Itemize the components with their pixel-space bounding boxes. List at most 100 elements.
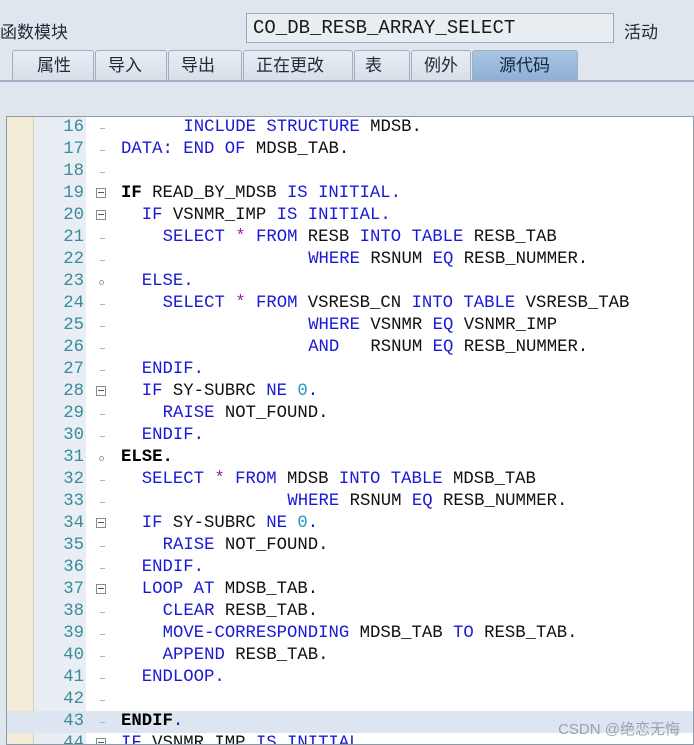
code-text: RAISE NOT_FOUND. bbox=[163, 535, 329, 557]
code-keyword: RAISE bbox=[162, 404, 215, 423]
fold-guide bbox=[100, 700, 105, 701]
code-line[interactable]: 25 WHERE VSNMR EQ VSNMR_IMP bbox=[7, 315, 693, 337]
code-keyword: AT bbox=[193, 580, 215, 599]
tab-label: 例外 bbox=[424, 56, 458, 75]
line-number: 36 bbox=[63, 558, 84, 577]
code-line[interactable]: 22 WHERE RSNUM EQ RESB_NUMMER. bbox=[7, 249, 693, 271]
code-keyword: IS bbox=[276, 206, 298, 225]
code-keyword: INTO bbox=[359, 228, 402, 247]
tab-label: 正在更改 bbox=[256, 56, 324, 75]
tab-label: 源代码 bbox=[499, 56, 550, 75]
code-line[interactable]: 21 SELECT * FROM RESB INTO TABLE RESB_TAB bbox=[7, 227, 693, 249]
code-line[interactable]: 17 DATA: END OF MDSB_TAB. bbox=[7, 139, 693, 161]
code-identifier: NOT_FOUND. bbox=[214, 404, 329, 423]
code-number: 0 bbox=[297, 382, 308, 401]
code-text: RAISE NOT_FOUND. bbox=[163, 403, 329, 425]
tab-source-code[interactable]: 源代码 bbox=[472, 50, 578, 80]
code-line[interactable]: 32 SELECT * FROM MDSB INTO TABLE MDSB_TAB bbox=[7, 469, 693, 491]
code-keyword: FROM bbox=[255, 294, 298, 313]
line-number: 20 bbox=[63, 206, 84, 225]
code-line[interactable]: 29 RAISE NOT_FOUND. bbox=[7, 403, 693, 425]
tab-tables[interactable]: 表 bbox=[354, 50, 410, 80]
line-number: 21 bbox=[63, 228, 84, 247]
line-number: 30 bbox=[63, 426, 84, 445]
fold-guide bbox=[100, 678, 105, 679]
code-line[interactable]: 34 IF SY-SUBRC NE 0. bbox=[7, 513, 693, 535]
code-line[interactable]: 20 IF VSNMR_IMP IS INITIAL. bbox=[7, 205, 693, 227]
code-keyword: AND bbox=[308, 338, 340, 357]
line-number: 23 bbox=[63, 272, 84, 291]
code-line[interactable]: 28 IF SY-SUBRC NE 0. bbox=[7, 381, 693, 403]
code-keyword: STRUCTURE bbox=[266, 118, 360, 137]
code-identifier: MDSB_TAB bbox=[349, 624, 453, 643]
fold-guide bbox=[100, 568, 105, 569]
fold-guide bbox=[100, 304, 105, 305]
code-line[interactable]: 19 IF READ_BY_MDSB IS INITIAL. bbox=[7, 183, 693, 205]
code-line[interactable]: 30 ENDIF. bbox=[7, 425, 693, 447]
tab-import[interactable]: 导入 bbox=[95, 50, 167, 80]
code-line[interactable]: 18 bbox=[7, 161, 693, 183]
code-identifier bbox=[308, 184, 318, 203]
code-text: WHERE RSNUM EQ RESB_NUMMER. bbox=[287, 491, 567, 513]
code-line[interactable]: 42 bbox=[7, 689, 693, 711]
line-number: 22 bbox=[63, 250, 84, 269]
line-number: 26 bbox=[63, 338, 84, 357]
code-line[interactable]: 40 APPEND RESB_TAB. bbox=[7, 645, 693, 667]
code-line[interactable]: 33 WHERE RSNUM EQ RESB_NUMMER. bbox=[7, 491, 693, 513]
fold-toggle-icon[interactable] bbox=[96, 188, 106, 198]
source-code-editor[interactable]: 16 INCLUDE STRUCTURE MDSB. 17 DATA: END OF … bbox=[6, 116, 694, 745]
fold-branch-icon bbox=[99, 456, 104, 461]
code-number: 0 bbox=[297, 514, 308, 533]
code-line[interactable]: 27 ENDIF. bbox=[7, 359, 693, 381]
code-keyword: FROM bbox=[255, 228, 298, 247]
code-keyword: TO bbox=[452, 624, 474, 643]
tab-changing[interactable]: 正在更改 bbox=[243, 50, 353, 80]
fold-toggle-icon[interactable] bbox=[96, 738, 106, 744]
code-identifier: VSNMR_IMP bbox=[453, 316, 558, 335]
tab-exceptions[interactable]: 例外 bbox=[411, 50, 471, 80]
code-keyword: . bbox=[172, 712, 184, 731]
code-keyword: FROM bbox=[235, 470, 277, 489]
line-number: 31 bbox=[63, 448, 84, 467]
code-keyword: INTO bbox=[411, 294, 453, 313]
line-number: 32 bbox=[63, 470, 84, 489]
code-line[interactable]: 38 CLEAR RESB_TAB. bbox=[7, 601, 693, 623]
function-module-name-field[interactable]: CO_DB_RESB_ARRAY_SELECT bbox=[246, 13, 614, 43]
code-line[interactable]: 16 INCLUDE STRUCTURE MDSB. bbox=[7, 117, 693, 139]
tab-attributes[interactable]: 属性 bbox=[12, 50, 94, 80]
code-identifier bbox=[277, 734, 287, 744]
code-line[interactable]: 37 LOOP AT MDSB_TAB. bbox=[7, 579, 693, 601]
code-identifier bbox=[246, 228, 256, 247]
code-line[interactable]: 23 ELSE. bbox=[7, 271, 693, 293]
code-text: INCLUDE STRUCTURE MDSB. bbox=[183, 117, 422, 139]
code-line[interactable]: 41 ENDLOOP. bbox=[7, 667, 693, 689]
code-line[interactable]: 31 ELSE. bbox=[7, 447, 693, 469]
code-line[interactable]: 24 SELECT * FROM VSRESB_CN INTO TABLE VSR… bbox=[7, 293, 693, 315]
fold-guide bbox=[100, 634, 105, 635]
code-keyword: RAISE bbox=[162, 536, 215, 555]
code-text: AND RSNUM EQ RESB_NUMMER. bbox=[308, 337, 588, 359]
code-identifier bbox=[173, 140, 183, 159]
code-text: ELSE. bbox=[121, 447, 173, 469]
tab-label: 表 bbox=[365, 56, 382, 75]
fold-toggle-icon[interactable] bbox=[96, 518, 106, 528]
code-text: MOVE-CORRESPONDING MDSB_TAB TO RESB_TAB. bbox=[163, 623, 578, 645]
code-line[interactable]: 26 AND RSNUM EQ RESB_NUMMER. bbox=[7, 337, 693, 359]
code-line[interactable]: 36 ENDIF. bbox=[7, 557, 693, 579]
code-identifier: VSRESB_TAB bbox=[515, 294, 630, 313]
fold-guide bbox=[100, 238, 105, 239]
tab-baseline bbox=[0, 80, 694, 82]
code-identifier bbox=[214, 140, 224, 159]
code-keyword: EQ bbox=[432, 250, 454, 269]
fold-toggle-icon[interactable] bbox=[96, 386, 106, 396]
tab-export[interactable]: 导出 bbox=[168, 50, 242, 80]
code-line[interactable]: 35 RAISE NOT_FOUND. bbox=[7, 535, 693, 557]
code-identifier: RESB_NUMMER. bbox=[453, 338, 589, 357]
fold-toggle-icon[interactable] bbox=[96, 210, 106, 220]
code-keyword: CLEAR bbox=[162, 602, 215, 621]
fold-toggle-icon[interactable] bbox=[96, 584, 106, 594]
function-module-label: 函数模块 bbox=[0, 23, 68, 42]
line-number: 19 bbox=[63, 184, 84, 203]
code-line[interactable]: 39 MOVE-CORRESPONDING MDSB_TAB TO RESB_TA… bbox=[7, 623, 693, 645]
code-identifier bbox=[287, 514, 297, 533]
